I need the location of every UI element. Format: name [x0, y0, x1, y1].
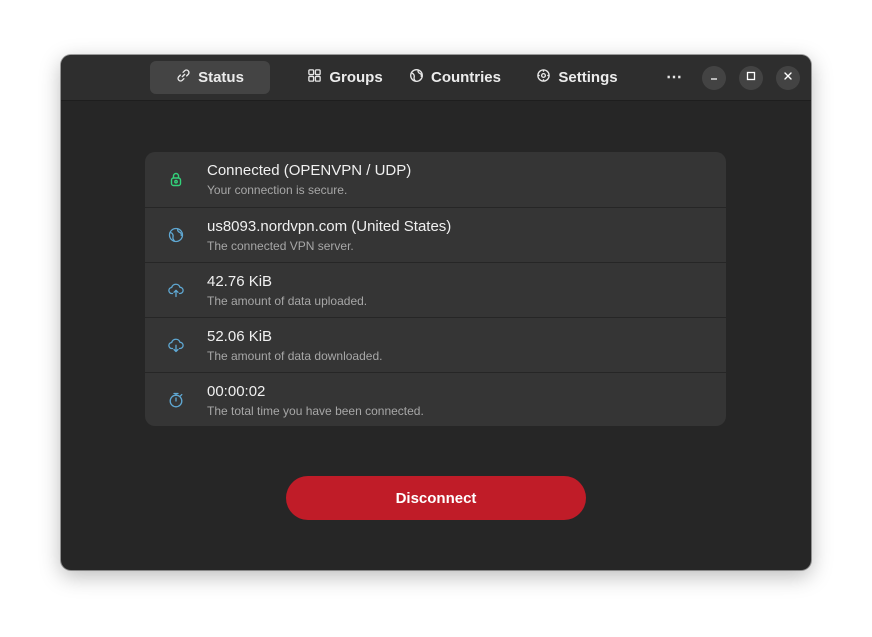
list-item-upload: 42.76 KiB The amount of data uploaded.	[145, 262, 726, 317]
link-icon	[176, 68, 191, 87]
tab-countries[interactable]: Countries	[397, 61, 513, 94]
headerbar: Status Groups Countries Settings ⋯	[61, 55, 811, 101]
downloaded-value: 52.06 KiB	[207, 328, 273, 345]
connection-status-list: Connected (OPENVPN / UDP) Your connectio…	[145, 152, 726, 426]
list-item-connection: Connected (OPENVPN / UDP) Your connectio…	[145, 152, 726, 206]
downloaded-subtitle: The amount of data downloaded.	[207, 349, 383, 363]
tab-status[interactable]: Status	[150, 61, 270, 94]
uploaded-value: 42.76 KiB	[207, 273, 273, 290]
maximize-icon	[745, 69, 757, 87]
lock-icon	[167, 170, 185, 188]
tab-settings-label: Settings	[558, 69, 618, 86]
connection-subtitle: Your connection is secure.	[207, 183, 348, 197]
close-icon	[782, 69, 794, 87]
tab-countries-label: Countries	[430, 69, 501, 86]
duration-subtitle: The total time you have been connected.	[207, 404, 424, 418]
tab-groups[interactable]: Groups	[285, 61, 405, 94]
app-window: Status Groups Countries Settings ⋯ Conne…	[61, 55, 811, 570]
tab-groups-label: Groups	[329, 69, 383, 86]
main-menu-button[interactable]: ⋯	[661, 64, 687, 90]
cloud-download-icon	[167, 336, 185, 354]
cloud-upload-icon	[167, 281, 185, 299]
minimize-button[interactable]	[702, 66, 726, 90]
grid-icon	[307, 68, 322, 87]
list-item-duration: 00:00:02 The total time you have been co…	[145, 372, 726, 426]
disconnect-button[interactable]: Disconnect	[286, 476, 586, 520]
more-icon: ⋯	[666, 69, 682, 86]
gear-icon	[536, 68, 551, 87]
connection-title: Connected (OPENVPN / UDP)	[207, 162, 412, 179]
stopwatch-icon	[167, 391, 185, 409]
globe-icon	[409, 68, 424, 87]
server-title: us8093.nordvpn.com (United States)	[207, 218, 452, 235]
tab-settings[interactable]: Settings	[527, 61, 627, 94]
server-subtitle: The connected VPN server.	[207, 239, 354, 253]
globe-icon	[167, 226, 185, 244]
disconnect-label: Disconnect	[395, 489, 477, 507]
list-item-download: 52.06 KiB The amount of data downloaded.	[145, 317, 726, 372]
list-item-server: us8093.nordvpn.com (United States) The c…	[145, 207, 726, 262]
tab-status-label: Status	[198, 69, 244, 86]
minimize-icon	[708, 69, 720, 87]
duration-value: 00:00:02	[207, 383, 266, 400]
close-button[interactable]	[776, 66, 800, 90]
maximize-button[interactable]	[739, 66, 763, 90]
uploaded-subtitle: The amount of data uploaded.	[207, 294, 368, 308]
